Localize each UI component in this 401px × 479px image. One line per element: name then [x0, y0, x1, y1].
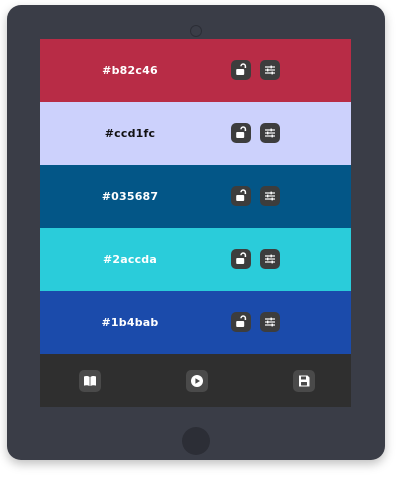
color-swatch[interactable]: #035687	[40, 165, 351, 228]
sliders-icon[interactable]	[260, 123, 280, 143]
hex-label[interactable]: #2accda	[40, 228, 220, 291]
unlock-icon[interactable]	[231, 123, 251, 143]
sliders-icon[interactable]	[260, 312, 280, 332]
sliders-icon[interactable]	[260, 186, 280, 206]
hex-label[interactable]: #035687	[40, 165, 220, 228]
sliders-icon[interactable]	[260, 249, 280, 269]
unlock-icon[interactable]	[231, 60, 251, 80]
tablet-frame: #b82c46 #ccd1fc #035687 #2accda #1b4bab	[7, 5, 385, 460]
camera-icon	[190, 25, 202, 37]
home-button[interactable]	[182, 427, 210, 455]
play-button[interactable]	[186, 370, 208, 392]
save-icon	[299, 375, 310, 387]
hex-label[interactable]: #ccd1fc	[40, 102, 220, 165]
color-swatch[interactable]: #b82c46	[40, 39, 351, 102]
unlock-icon[interactable]	[231, 249, 251, 269]
color-swatch[interactable]: #ccd1fc	[40, 102, 351, 165]
book-icon	[84, 376, 96, 386]
save-button[interactable]	[293, 370, 315, 392]
unlock-icon[interactable]	[231, 186, 251, 206]
color-swatch[interactable]: #2accda	[40, 228, 351, 291]
hex-label[interactable]: #b82c46	[40, 39, 220, 102]
sliders-icon[interactable]	[260, 60, 280, 80]
bottom-toolbar	[40, 354, 351, 407]
unlock-icon[interactable]	[231, 312, 251, 332]
hex-label[interactable]: #1b4bab	[40, 291, 220, 354]
library-button[interactable]	[79, 370, 101, 392]
app-screen: #b82c46 #ccd1fc #035687 #2accda #1b4bab	[40, 39, 351, 407]
play-icon	[191, 375, 203, 387]
color-swatch[interactable]: #1b4bab	[40, 291, 351, 354]
